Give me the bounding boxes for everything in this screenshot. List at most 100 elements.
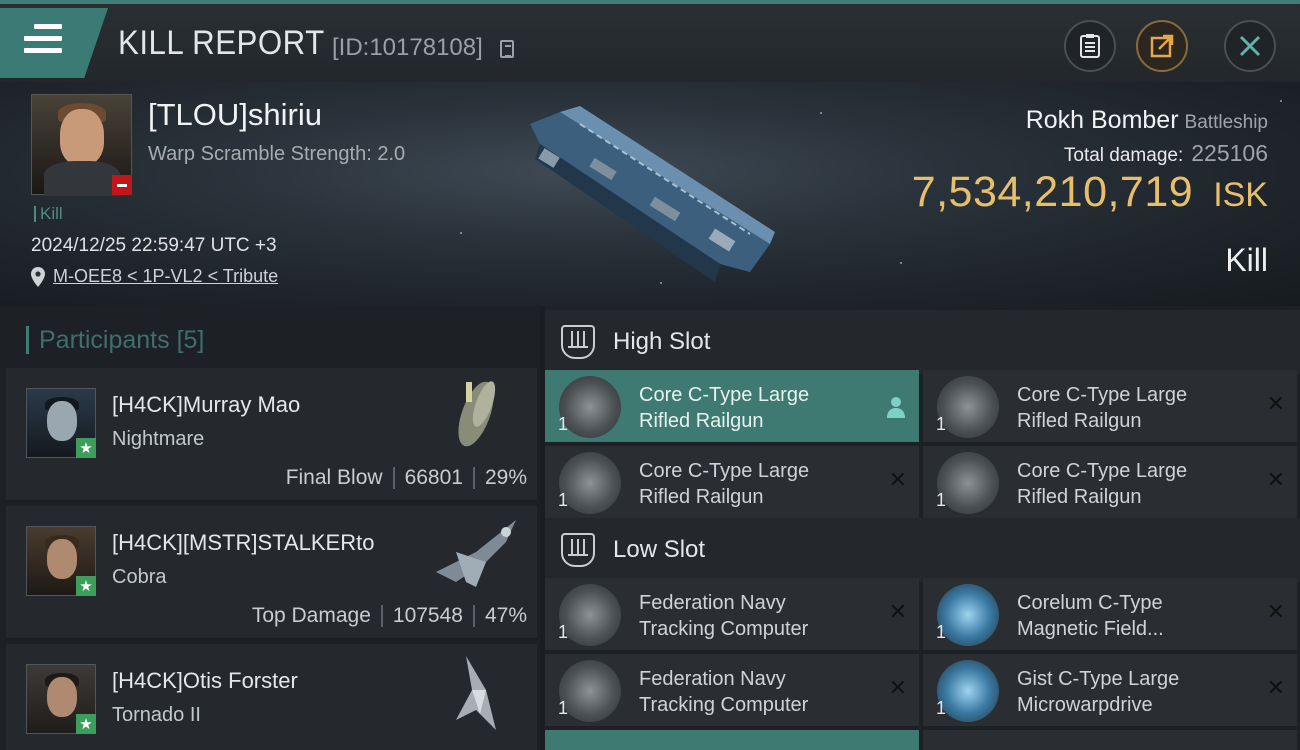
- kill-datetime: 2024/12/25 22:59:47 UTC +3: [31, 235, 277, 256]
- participant-row[interactable]: ★ [H4CK]Murray Mao Nightmare Final Blow 6…: [6, 368, 537, 502]
- location-pin-icon: [31, 266, 45, 287]
- clipboard-button[interactable]: [1064, 20, 1116, 72]
- fitting-panel: High Slot 1 Core C-Type Large Rifled Rail…: [545, 306, 1300, 750]
- module-quantity: 1: [558, 698, 569, 718]
- menu-icon[interactable]: [24, 24, 62, 54]
- module-quantity: 1: [936, 698, 947, 718]
- destroyed-icon: ✕: [888, 676, 907, 701]
- destroyed-icon: ✕: [1266, 392, 1285, 417]
- magnetic-field-icon: [937, 584, 999, 646]
- participant-ship: Nightmare: [112, 428, 205, 450]
- participant-ship-image: [456, 656, 496, 730]
- ship-class: Battleship: [1184, 112, 1268, 133]
- location-link[interactable]: M-OEE8 < 1P-VL2 < Tribute: [53, 266, 278, 287]
- module-name: Core C-Type Large Rifled Railgun: [1017, 384, 1188, 432]
- victim-ship[interactable]: Rokh Bomber Battleship: [1026, 106, 1268, 135]
- participant-ship-image: [436, 520, 516, 587]
- module-name: Corelum C-Type Magnetic Field...: [1017, 592, 1164, 640]
- close-icon: [1239, 35, 1261, 57]
- module-name: Core C-Type Large Rifled Railgun: [639, 460, 810, 508]
- isk-value: 7,534,210,719 ISK: [912, 168, 1268, 217]
- person-icon: [887, 397, 905, 418]
- participant-row[interactable]: ★ [H4CK][MSTR]STALKERto Cobra Top Damage…: [6, 506, 537, 640]
- hostile-badge: [112, 175, 132, 195]
- participant-avatar[interactable]: ★: [26, 664, 96, 734]
- module-name: Federation Navy Tracking Computer: [639, 592, 809, 640]
- module-slot[interactable]: 1 Core C-Type Large Rifled Railgun: [545, 370, 919, 442]
- module-slot[interactable]: 1 Core C-Type Large Rifled Railgun ✕: [923, 446, 1297, 518]
- participant-name: [H4CK]Otis Forster: [112, 668, 298, 693]
- clipboard-icon: [1080, 34, 1100, 58]
- copy-icon[interactable]: [500, 40, 514, 58]
- participant-ship-image: [458, 381, 496, 447]
- participant-percent: 47%: [484, 604, 527, 627]
- destroyed-icon: ✕: [888, 600, 907, 625]
- isk-unit: ISK: [1213, 176, 1268, 214]
- module-slot[interactable]: 1 Core C-Type Large Rifled Railgun ✕: [923, 370, 1297, 442]
- victim-ship-image: [530, 106, 775, 282]
- participant-ship: Cobra: [112, 566, 167, 588]
- module-quantity: 1: [936, 622, 947, 642]
- isk-amount: 7,534,210,719: [911, 168, 1194, 216]
- module-slot-partial[interactable]: [923, 730, 1297, 750]
- participant-stats: Top Damage 107548 47%: [252, 604, 527, 628]
- participant-label: Final Blow: [285, 466, 383, 489]
- tracking-computer-icon: [559, 584, 621, 646]
- page-title: KILL REPORT: [118, 24, 325, 62]
- participant-damage: 66801: [404, 466, 463, 489]
- ship-name: Rokh Bomber: [1025, 106, 1179, 134]
- railgun-icon: [937, 376, 999, 438]
- destroyed-icon: ✕: [1266, 468, 1285, 493]
- participants-header: Participants [5]: [26, 326, 204, 354]
- module-quantity: 1: [558, 490, 569, 510]
- participant-stats: Final Blow 66801 29%: [286, 466, 527, 490]
- module-slot[interactable]: 1 Gist C-Type Large Microwarpdrive ✕: [923, 654, 1297, 726]
- participant-damage: 107548: [392, 604, 463, 627]
- railgun-icon: [559, 452, 621, 514]
- close-button[interactable]: [1224, 20, 1276, 72]
- module-name: Gist C-Type Large Microwarpdrive: [1017, 668, 1180, 716]
- kill-tag: Kill: [34, 205, 63, 222]
- module-quantity: 1: [936, 414, 947, 434]
- participant-avatar[interactable]: ★: [26, 526, 96, 596]
- module-name: Federation Navy Tracking Computer: [639, 668, 809, 716]
- module-slot[interactable]: 1 Corelum C-Type Magnetic Field... ✕: [923, 578, 1297, 650]
- module-quantity: 1: [936, 490, 947, 510]
- report-id: [ID:10178108]: [332, 34, 483, 61]
- share-icon: [1150, 34, 1174, 58]
- low-slot-icon: [561, 533, 595, 567]
- share-button[interactable]: [1136, 20, 1188, 72]
- total-damage: Total damage: 225106: [1064, 140, 1268, 167]
- module-slot-partial[interactable]: [545, 730, 919, 750]
- star-icon: ★: [76, 576, 96, 596]
- victim-name[interactable]: [TLOU]shiriu: [148, 97, 322, 133]
- participant-ship: Tornado II: [112, 704, 201, 726]
- tracking-computer-icon: [559, 660, 621, 722]
- participant-row[interactable]: ★ [H4CK]Otis Forster Tornado II: [6, 644, 537, 750]
- participants-count: [5]: [176, 326, 205, 354]
- total-damage-value: 225106: [1191, 140, 1268, 166]
- microwarpdrive-icon: [937, 660, 999, 722]
- module-slot[interactable]: 1 Federation Navy Tracking Computer ✕: [545, 578, 919, 650]
- victim-portrait[interactable]: [31, 94, 132, 196]
- destroyed-icon: ✕: [1266, 676, 1285, 701]
- participant-avatar[interactable]: ★: [26, 388, 96, 458]
- participant-percent: 29%: [484, 466, 527, 489]
- module-quantity: 1: [558, 414, 569, 434]
- high-slot-icon: [561, 325, 595, 359]
- module-slot[interactable]: 1 Federation Navy Tracking Computer ✕: [545, 654, 919, 726]
- warp-scramble-strength: Warp Scramble Strength: 2.0: [148, 143, 406, 165]
- victim-panel: [TLOU]shiriu Warp Scramble Strength: 2.0…: [0, 82, 1300, 306]
- location[interactable]: M-OEE8 < 1P-VL2 < Tribute: [31, 266, 278, 287]
- total-damage-label: Total damage:: [1063, 145, 1184, 166]
- participant-label: Top Damage: [251, 604, 371, 627]
- module-name: Core C-Type Large Rifled Railgun: [639, 384, 810, 432]
- participant-name: [H4CK]Murray Mao: [112, 392, 301, 417]
- star-icon: ★: [76, 438, 96, 458]
- railgun-icon: [559, 376, 621, 438]
- participants-title: Participants: [39, 326, 170, 354]
- module-slot[interactable]: 1 Core C-Type Large Rifled Railgun ✕: [545, 446, 919, 518]
- high-slot-header: High Slot: [545, 310, 1300, 374]
- participant-name: [H4CK][MSTR]STALKERto: [112, 530, 375, 555]
- result-label: Kill: [1225, 242, 1268, 278]
